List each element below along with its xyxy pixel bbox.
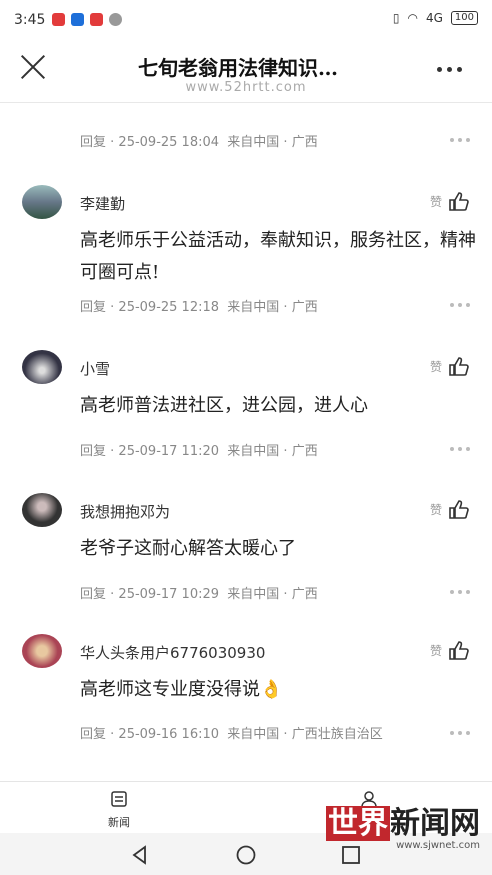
comment-meta: 回复 · 25-09-25 18:04 来自中国 · 广西	[80, 135, 318, 150]
comment-list: 回复 · 25-09-25 18:04 来自中国 · 广西 李建勤 赞 高老师乐…	[0, 103, 492, 781]
like-button[interactable]: 赞	[430, 640, 470, 660]
commenter-name[interactable]: 我想拥抱邓为	[80, 501, 170, 522]
signal-icon: 4G	[425, 11, 443, 25]
watermark: www.52hrtt.com	[185, 80, 307, 95]
comment-meta: 回复 · 25-09-17 10:29 来自中国 · 广西	[80, 587, 318, 602]
reply-button[interactable]: 回复	[80, 727, 106, 742]
back-icon[interactable]	[130, 845, 150, 865]
status-right: ▯ ◠ 4G 100	[393, 11, 478, 25]
avatar[interactable]	[22, 493, 62, 527]
like-label: 赞	[429, 194, 442, 209]
more-options-icon[interactable]	[437, 67, 462, 72]
logo-url: www.sjwnet.com	[396, 840, 480, 851]
status-bar: 3:45 ▯ ◠ 4G 100	[0, 0, 492, 40]
comment-date: 25-09-17 10:29	[118, 587, 220, 602]
avatar[interactable]	[22, 185, 62, 219]
like-label: 赞	[429, 643, 442, 658]
logo-main-b: 新闻网	[390, 806, 480, 841]
notification-icons	[52, 13, 122, 26]
comment-more-icon[interactable]	[450, 731, 470, 735]
comment-more-icon[interactable]	[450, 303, 470, 307]
like-button[interactable]: 赞	[430, 499, 470, 519]
thumbs-up-icon	[449, 641, 469, 660]
thumbs-up-icon	[449, 192, 469, 211]
comment-meta: 回复 · 25-09-17 11:20 来自中国 · 广西	[80, 444, 318, 459]
reply-button[interactable]: 回复	[80, 135, 106, 150]
comment-text: 高老师普法进社区，进公园，进人心	[80, 395, 368, 416]
comment-date: 25-09-16 16:10	[118, 727, 220, 742]
vibrate-icon: ▯	[392, 11, 400, 25]
comment-meta: 回复 · 25-09-25 12:18 来自中国 · 广西	[80, 300, 318, 315]
comment-more-icon[interactable]	[450, 447, 470, 451]
comment-text: 老爷子这耐心解答太暖心了	[80, 538, 296, 559]
comment-location: 来自中国 · 广西	[227, 587, 318, 602]
news-icon	[111, 791, 127, 807]
comment-location: 来自中国 · 广西	[227, 135, 318, 150]
comment-location: 来自中国 · 广西	[227, 444, 318, 459]
like-button[interactable]: 赞	[430, 191, 470, 211]
site-logo-watermark: 世界新闻网 www.sjwnet.com	[326, 806, 480, 851]
battery-icon: 100	[450, 11, 478, 25]
commenter-name[interactable]: 李建勤	[80, 193, 125, 214]
close-icon[interactable]	[20, 54, 46, 80]
reply-button[interactable]: 回复	[80, 300, 106, 315]
comment-text: 高老师这专业度没得说👌	[80, 679, 283, 700]
reply-button[interactable]: 回复	[80, 444, 106, 459]
avatar[interactable]	[22, 634, 62, 668]
app-notification-icon	[71, 13, 84, 26]
commenter-name[interactable]: 华人头条用户6776030930	[80, 642, 265, 663]
comment-date: 25-09-17 11:20	[118, 444, 220, 459]
comment-more-icon[interactable]	[450, 138, 470, 142]
like-label: 赞	[429, 502, 442, 517]
avatar[interactable]	[22, 350, 62, 384]
commenter-name[interactable]: 小雪	[80, 358, 110, 379]
wifi-icon: ◠	[407, 11, 418, 25]
page-title: 七旬老翁用法律知识…	[138, 56, 338, 80]
home-icon[interactable]	[235, 845, 257, 865]
comment-more-icon[interactable]	[450, 590, 470, 594]
comment-date: 25-09-25 18:04	[118, 135, 220, 150]
tab-label: 新闻	[108, 816, 130, 829]
comment-text: 高老师乐于公益活动，奉献知识，服务社区，精神可圈可点!	[80, 230, 476, 283]
status-time: 3:45	[14, 12, 46, 28]
thumbs-up-icon	[449, 357, 469, 376]
comment-meta: 回复 · 25-09-16 16:10 来自中国 · 广西壮族自治区	[80, 727, 383, 742]
comment-date: 25-09-25 12:18	[118, 300, 220, 315]
like-button[interactable]: 赞	[430, 356, 470, 376]
comment-location: 来自中国 · 广西壮族自治区	[227, 727, 383, 742]
app-notification-icon	[90, 13, 103, 26]
logo-main-a: 世界	[326, 806, 390, 841]
app-notification-icon	[52, 13, 65, 26]
article-header: 七旬老翁用法律知识… www.52hrtt.com	[0, 40, 492, 103]
comment-location: 来自中国 · 广西	[227, 300, 318, 315]
thumbs-up-icon	[449, 500, 469, 519]
tab-news[interactable]: 新闻	[108, 790, 130, 830]
app-notification-icon	[109, 13, 122, 26]
reply-button[interactable]: 回复	[80, 587, 106, 602]
like-label: 赞	[429, 359, 442, 374]
